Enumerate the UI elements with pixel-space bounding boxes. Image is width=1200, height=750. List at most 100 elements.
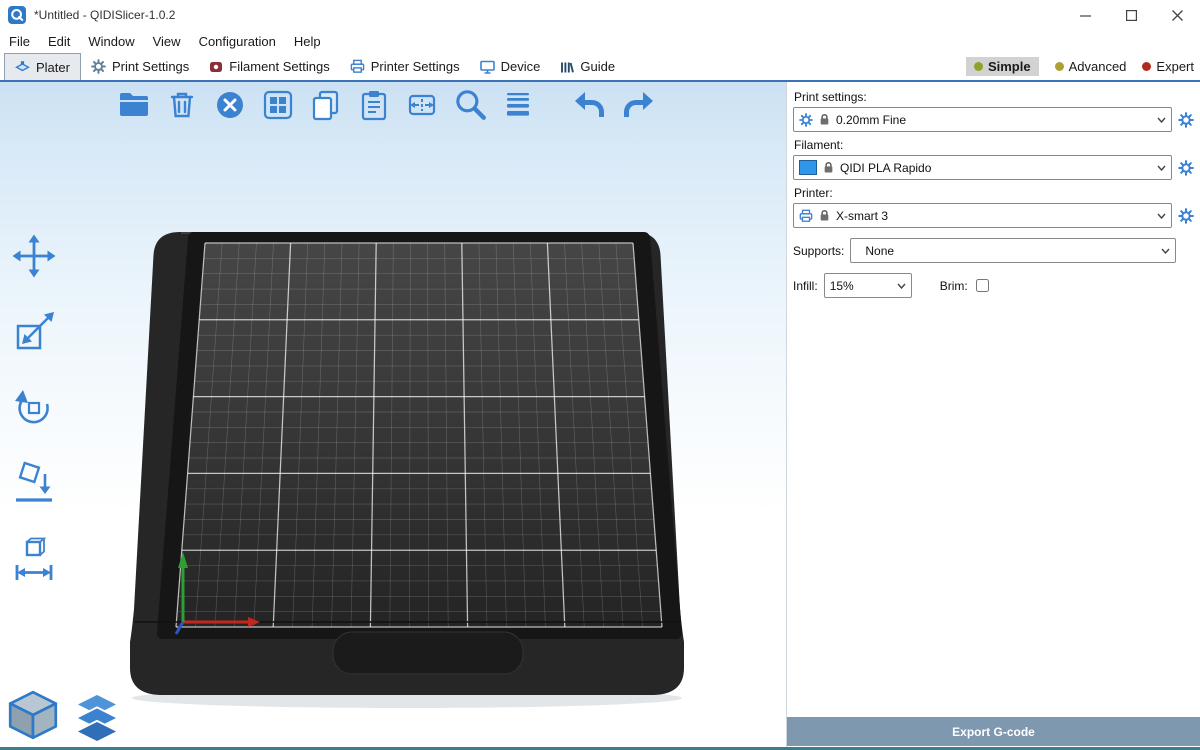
menu-file[interactable]: File — [0, 34, 39, 49]
variable-layer-height-button[interactable] — [498, 85, 538, 125]
arrange-button[interactable] — [258, 85, 298, 125]
left-toolbar — [4, 230, 64, 586]
chevron-down-icon — [897, 283, 906, 289]
mode-advanced[interactable]: Advanced — [1055, 59, 1127, 74]
menu-help[interactable]: Help — [285, 34, 330, 49]
close-button[interactable] — [1154, 0, 1200, 30]
printer-icon — [350, 59, 365, 74]
mode-advanced-dot-icon — [1055, 62, 1064, 71]
chevron-down-icon — [1157, 213, 1166, 219]
tab-label: Plater — [36, 60, 70, 75]
scale-icon — [10, 308, 58, 356]
menu-view[interactable]: View — [144, 34, 190, 49]
infill-label: Infill: — [793, 279, 818, 293]
mode-label: Expert — [1156, 59, 1194, 74]
circle-x-icon — [212, 87, 248, 123]
printer-label: Printer: — [794, 186, 1196, 200]
place-on-face-icon — [10, 460, 58, 508]
print-settings-gear-button[interactable] — [1176, 110, 1196, 130]
redo-button[interactable] — [618, 85, 658, 125]
mode-expert-dot-icon — [1142, 62, 1151, 71]
brim-checkbox[interactable] — [976, 279, 989, 292]
gear-icon — [799, 113, 813, 127]
printer-combo[interactable]: X-smart 3 — [793, 203, 1172, 228]
supports-combo[interactable]: None — [850, 238, 1176, 263]
infill-combo[interactable]: 15% — [824, 273, 912, 298]
tab-label: Printer Settings — [371, 59, 460, 74]
tab-plater[interactable]: Plater — [4, 53, 81, 80]
delete-button[interactable] — [162, 85, 202, 125]
move-arrows-icon — [10, 232, 58, 280]
axes-indicator — [176, 552, 260, 634]
guide-icon — [560, 60, 574, 74]
minimize-button[interactable] — [1062, 0, 1108, 30]
copy-icon — [308, 87, 344, 123]
export-gcode-button[interactable]: Export G-code — [787, 717, 1200, 746]
chevron-down-icon — [1157, 165, 1166, 171]
menubar: File Edit Window View Configuration Help — [0, 30, 1200, 53]
undo-arrow-icon — [572, 87, 608, 123]
tab-printer-settings[interactable]: Printer Settings — [340, 53, 470, 80]
preview-view-button[interactable] — [70, 690, 124, 744]
measure-width-icon — [10, 536, 58, 584]
mode-simple[interactable]: Simple — [966, 57, 1039, 76]
titlebar: *Untitled - QIDISlicer-1.0.2 — [0, 0, 1200, 30]
mode-simple-dot-icon — [974, 62, 983, 71]
search-icon — [451, 86, 489, 124]
tab-label: Guide — [580, 59, 615, 74]
paste-icon — [356, 87, 392, 123]
infill-value: 15% — [830, 279, 854, 293]
mode-label: Simple — [988, 59, 1031, 74]
print-bed — [0, 82, 786, 750]
tab-label: Filament Settings — [229, 59, 329, 74]
filament-label: Filament: — [794, 138, 1196, 152]
tab-guide[interactable]: Guide — [550, 53, 625, 80]
printer-gear-button[interactable] — [1176, 206, 1196, 226]
move-tool-button[interactable] — [4, 230, 64, 282]
lock-icon — [823, 161, 834, 174]
filament-combo[interactable]: QIDI PLA Rapido — [793, 155, 1172, 180]
supports-label: Supports: — [793, 244, 844, 258]
menu-window[interactable]: Window — [79, 34, 143, 49]
tab-filament-settings[interactable]: Filament Settings — [199, 53, 339, 80]
gear-icon — [91, 59, 106, 74]
measure-width-tool-button[interactable] — [4, 534, 64, 586]
filament-spool-icon — [209, 60, 223, 74]
filament-value: QIDI PLA Rapido — [840, 161, 931, 175]
paste-button[interactable] — [354, 85, 394, 125]
cube-3d-icon — [4, 686, 62, 744]
maximize-button[interactable] — [1108, 0, 1154, 30]
place-on-face-tool-button[interactable] — [4, 458, 64, 510]
filament-color-swatch — [799, 160, 817, 175]
window-title: *Untitled - QIDISlicer-1.0.2 — [34, 8, 175, 22]
open-file-button[interactable] — [114, 85, 154, 125]
mode-expert[interactable]: Expert — [1142, 59, 1194, 74]
search-button[interactable] — [450, 85, 490, 125]
delete-all-button[interactable] — [210, 85, 250, 125]
undo-button[interactable] — [570, 85, 610, 125]
filament-gear-button[interactable] — [1176, 158, 1196, 178]
print-settings-combo[interactable]: 0.20mm Fine — [793, 107, 1172, 132]
viewport-3d[interactable] — [0, 82, 786, 750]
mode-label: Advanced — [1069, 59, 1127, 74]
supports-value: None — [865, 244, 894, 258]
tab-device[interactable]: Device — [470, 53, 551, 80]
top-toolbar — [114, 85, 658, 125]
tab-label: Device — [501, 59, 541, 74]
split-button[interactable] — [402, 85, 442, 125]
settings-sidebar: Print settings: 0.20mm Fine Filament: QI… — [786, 82, 1200, 750]
scale-tool-button[interactable] — [4, 306, 64, 358]
lock-icon — [819, 113, 830, 126]
window-controls — [1062, 0, 1200, 30]
copy-button[interactable] — [306, 85, 346, 125]
gear-icon — [1178, 112, 1194, 128]
open-folder-icon — [116, 87, 152, 123]
rotate-tool-button[interactable] — [4, 382, 64, 434]
chevron-down-icon — [1157, 117, 1166, 123]
editor-view-button[interactable] — [4, 686, 62, 744]
menu-configuration[interactable]: Configuration — [190, 34, 285, 49]
plater-icon — [15, 60, 30, 74]
app-logo-icon — [8, 6, 26, 24]
menu-edit[interactable]: Edit — [39, 34, 79, 49]
tab-print-settings[interactable]: Print Settings — [81, 53, 199, 80]
